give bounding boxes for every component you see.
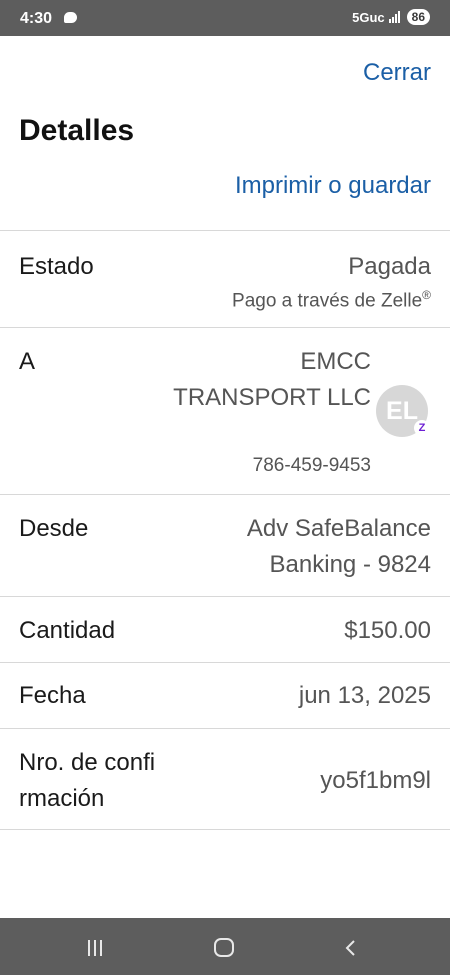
from-label: Desde: [19, 515, 89, 542]
print-or-save-button[interactable]: Imprimir o guardar: [235, 172, 431, 200]
confirmation-value: yo5f1bm9l: [320, 767, 431, 794]
page-title: Detalles: [19, 114, 135, 147]
amount-label: Cantidad: [19, 617, 116, 644]
from-account-line2: Banking - 9824: [269, 551, 431, 578]
recents-icon[interactable]: [88, 940, 102, 956]
status-indicators: 5Guc 86: [352, 9, 430, 25]
message-bubble-icon: [64, 12, 77, 23]
status-label: Estado: [19, 253, 94, 280]
registered-mark: ®: [422, 288, 431, 302]
from-account-line1: Adv SafeBalance: [246, 515, 431, 542]
payment-method-text: Pago a través de Zelle: [232, 290, 423, 312]
divider: [0, 494, 450, 495]
recipient-phone: 786-459-9453: [252, 455, 371, 476]
status-bar: 4:30 5Guc 86: [0, 0, 450, 36]
status-value: Pagada: [348, 253, 431, 280]
battery-level: 86: [406, 9, 430, 25]
home-icon[interactable]: [214, 938, 234, 957]
divider: [0, 662, 450, 663]
date-label: Fecha: [19, 682, 86, 709]
network-type: 5Guc: [352, 9, 385, 25]
system-navigation-bar: [0, 918, 450, 975]
recipient-name: EMCC TRANSPORT LLC: [173, 348, 371, 411]
status-time: 4:30: [20, 10, 53, 27]
confirmation-label-line2: rmación: [19, 785, 105, 812]
payment-method: Pago a través de Zelle®: [232, 288, 431, 312]
divider: [0, 596, 450, 597]
divider: [0, 829, 450, 830]
divider: [0, 728, 450, 729]
recipient-label: A: [19, 348, 36, 375]
date-value: jun 13, 2025: [298, 682, 431, 709]
amount-value: $150.00: [344, 617, 431, 644]
close-button[interactable]: Cerrar: [363, 59, 431, 87]
divider: [0, 327, 450, 328]
zelle-badge-icon: Z: [414, 420, 430, 436]
back-icon[interactable]: [341, 938, 361, 958]
confirmation-label-line1: Nro. de confi: [19, 749, 156, 776]
divider: [0, 230, 450, 231]
signal-bars-icon: [388, 11, 400, 23]
